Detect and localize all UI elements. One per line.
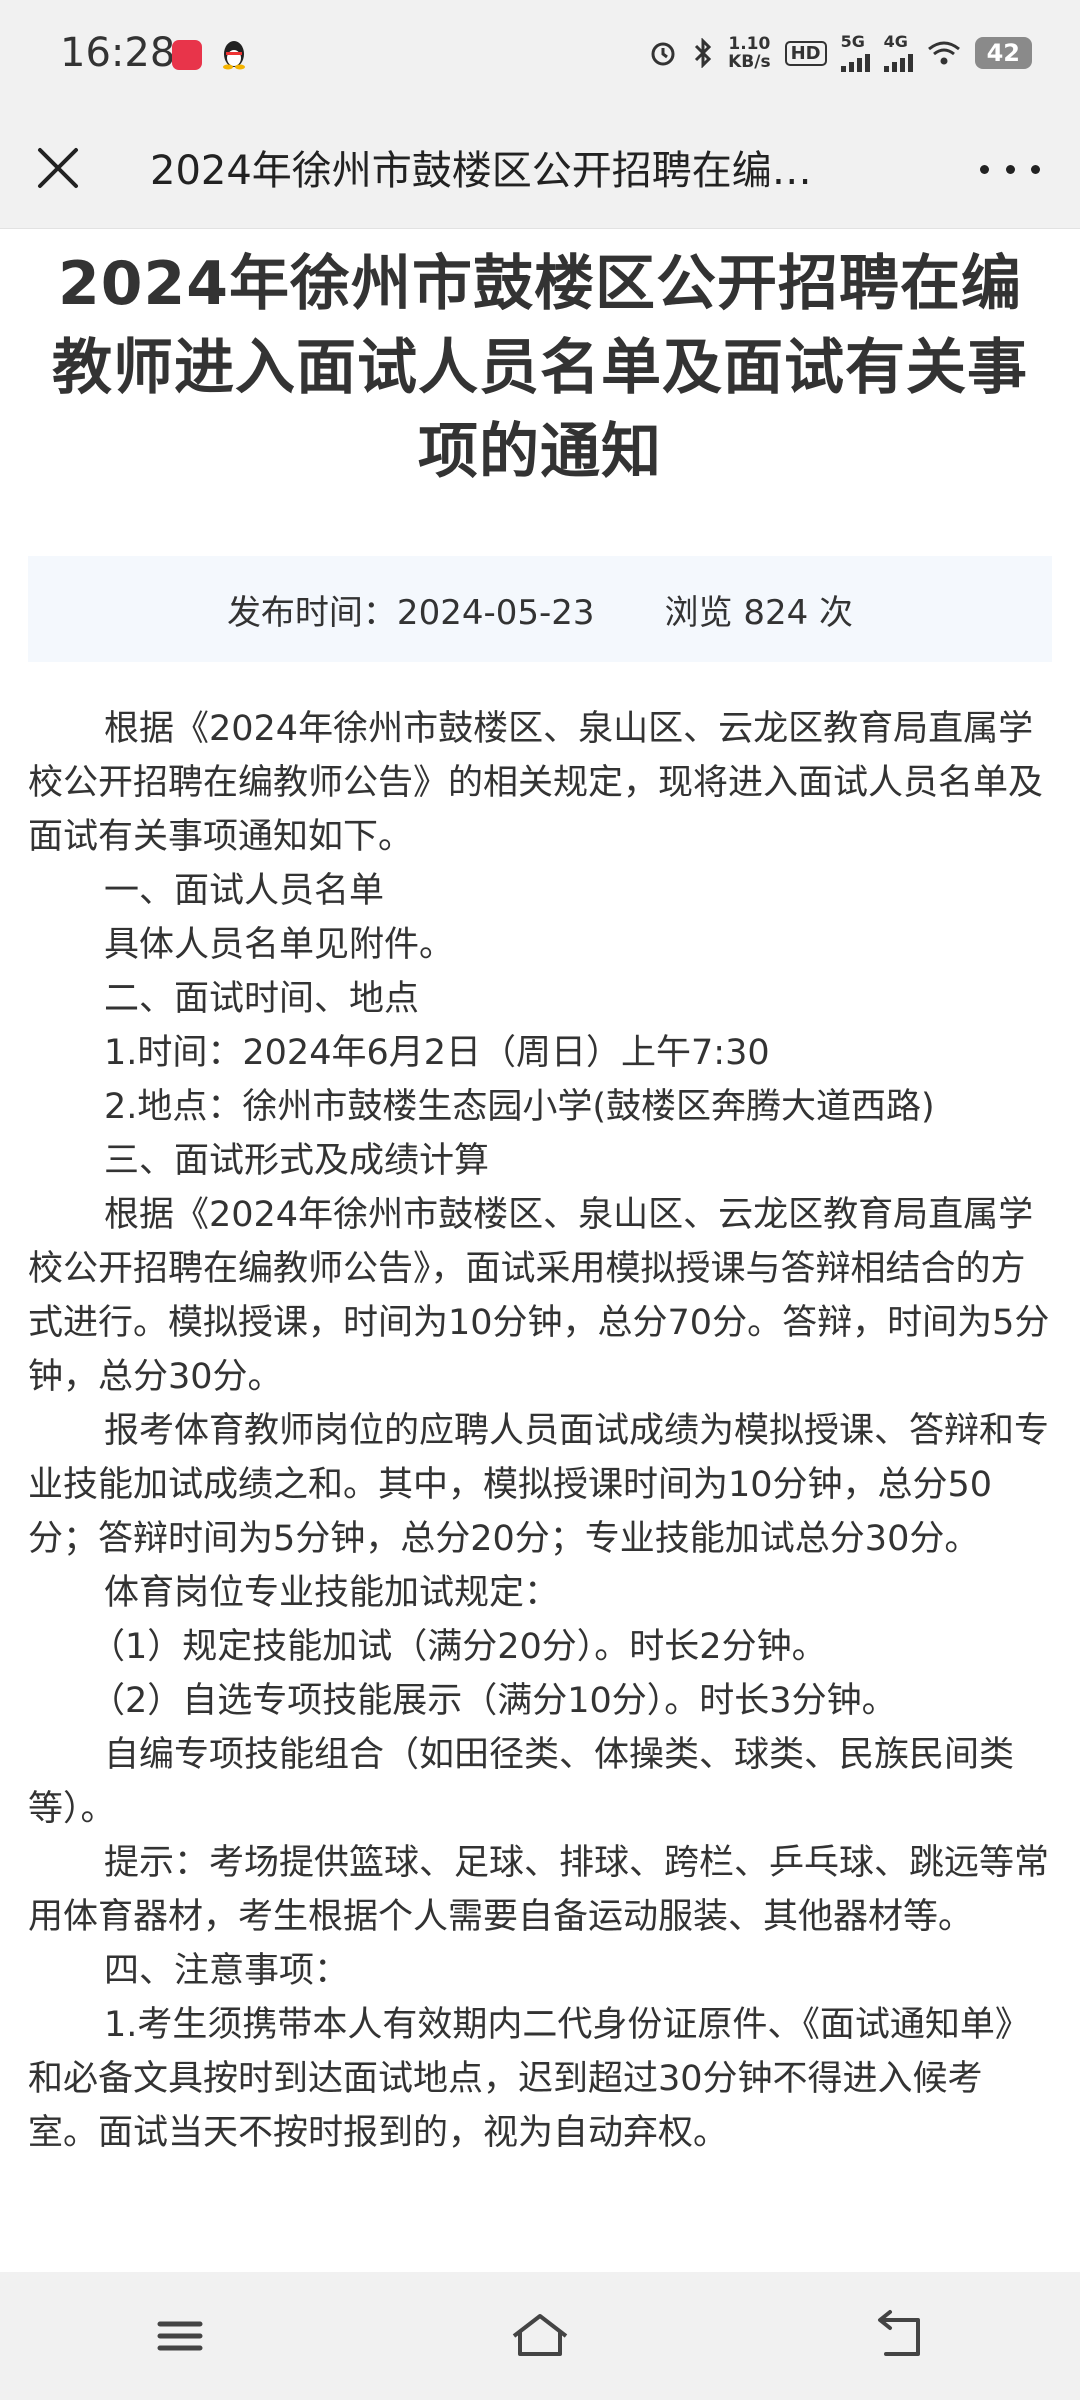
article-body: 根据《2024年徐州市鼓楼区、泉山区、云龙区教育局直属学校公开招聘在编教师公告》… xyxy=(28,702,1052,2160)
bluetooth-icon xyxy=(695,38,712,68)
system-navigation-bar xyxy=(0,2272,1080,2400)
more-dot xyxy=(980,164,989,174)
more-dot xyxy=(1031,164,1040,174)
more-dot xyxy=(1005,164,1015,174)
status-time: 16:28 xyxy=(60,30,176,76)
signal-bars-icon xyxy=(840,50,870,72)
notification-app-icon xyxy=(172,40,202,70)
status-indicators: 1.10 KB/s HD 5G 4G 42 xyxy=(648,34,1032,72)
article-title: 2024年徐州市鼓楼区公开招聘在编教师进入面试人员名单及面试有关事项的通知 xyxy=(52,249,1028,487)
app-header: 2024年徐州市鼓楼区公开招聘在编… xyxy=(0,110,1080,229)
list-item: （2）自选专项技能展示（满分10分）。时长3分钟。 xyxy=(90,1681,897,1721)
list-item: （1）规定技能加试（满分20分）。时长2分钟。 xyxy=(90,1627,827,1667)
signal-5g: 5G xyxy=(840,32,870,72)
alarm-icon xyxy=(651,42,675,66)
paragraph: 根据《2024年徐州市鼓楼区、泉山区、云龙区教育局直属学校公开招聘在编教师公告》… xyxy=(28,1195,1050,1397)
network-speed: 1.10 KB/s xyxy=(728,35,770,71)
hd-badge: HD xyxy=(784,40,827,66)
paragraph: 提示：考场提供篮球、足球、排球、跨栏、乒乓球、跳远等常用体育器材，考生根据个人需… xyxy=(28,1843,1050,1937)
publish-time: 发布时间：2024-05-23 xyxy=(226,592,595,633)
wifi-icon xyxy=(927,41,960,65)
signal-bars-icon xyxy=(883,50,913,72)
status-bar: 16:28 1.10 KB/s HD 5G 4G 42 xyxy=(0,0,1080,110)
paragraph: 2.地点：徐州市鼓楼生态园小学(鼓楼区奔腾大道西路) xyxy=(104,1087,935,1127)
section-heading: 四、注意事项： xyxy=(104,1951,350,1991)
view-count: 浏览 824 次 xyxy=(664,592,854,633)
paragraph: 体育岗位专业技能加试规定： xyxy=(104,1573,560,1613)
article-content: 2024年徐州市鼓楼区公开招聘在编教师进入面试人员名单及面试有关事项的通知 发布… xyxy=(0,228,1080,2160)
more-icon[interactable] xyxy=(980,154,1040,184)
close-icon[interactable] xyxy=(30,140,86,196)
section-heading: 三、面试形式及成绩计算 xyxy=(104,1141,490,1181)
paragraph: 根据《2024年徐州市鼓楼区、泉山区、云龙区教育局直属学校公开招聘在编教师公告》… xyxy=(28,709,1044,857)
network-speed-value: 1.10 xyxy=(728,34,771,54)
signal-5g-label: 5G xyxy=(840,32,865,51)
home-icon[interactable] xyxy=(500,2306,580,2366)
paragraph: 1.考生须携带本人有效期内二代身份证原件、《面试通知单》和必备文具按时到达面试地… xyxy=(28,2005,1030,2153)
qq-penguin-icon xyxy=(223,41,245,70)
article-meta: 发布时间：2024-05-23 浏览 824 次 xyxy=(28,556,1052,662)
section-heading: 二、面试时间、地点 xyxy=(104,979,420,1019)
menu-icon[interactable] xyxy=(140,2306,220,2366)
network-speed-unit: KB/s xyxy=(728,52,771,72)
paragraph: 自编专项技能组合（如田径类、体操类、球类、民族民间类等）。 xyxy=(28,1735,1015,1829)
header-title: 2024年徐州市鼓楼区公开招聘在编… xyxy=(150,148,812,194)
paragraph: 具体人员名单见附件。 xyxy=(104,925,455,965)
signal-4g-label: 4G xyxy=(883,32,908,51)
back-icon[interactable] xyxy=(860,2306,940,2366)
section-heading: 一、面试人员名单 xyxy=(104,871,385,911)
battery-indicator: 42 xyxy=(974,37,1032,69)
paragraph: 报考体育教师岗位的应聘人员面试成绩为模拟授课、答辩和专业技能加试成绩之和。其中，… xyxy=(28,1411,1050,1559)
paragraph: 1.时间：2024年6月2日（周日）上午7:30 xyxy=(104,1033,770,1073)
signal-4g: 4G xyxy=(883,32,913,72)
